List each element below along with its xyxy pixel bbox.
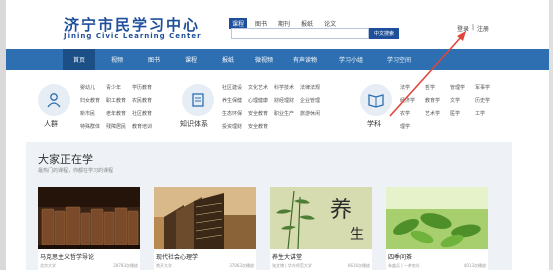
nav-item-audio-books[interactable]: 有声读物 <box>288 49 322 70</box>
main-nav: 首页 视频 图书 课程 报纸 微视频 有声读物 学习小组 学习空间 <box>6 49 549 70</box>
page-edge-right <box>549 0 553 270</box>
category-link[interactable]: 文化艺术 <box>248 84 268 91</box>
course-thumbnail-tea[interactable] <box>386 187 488 249</box>
site-header: 济宁市民学习中心 Jining Civic Learning Center 课程… <box>6 0 549 48</box>
course-meta: 北京大学 28783次播放 <box>40 263 138 269</box>
course-card[interactable]: 养 生 养生大讲堂 张文博 | 华东师范大学 6616次播放 <box>270 187 372 270</box>
category-link[interactable]: 新市民 <box>80 110 100 117</box>
category-link[interactable]: 社区建设 <box>222 84 242 91</box>
nav-item-study-groups[interactable]: 学习小组 <box>334 49 368 70</box>
nav-item-study-space[interactable]: 学习空间 <box>382 49 416 70</box>
category-area: 人群 婴幼儿 青少年 学历教育 妇女教育 职工教育 农民教育 新市民 老年教育 … <box>6 70 549 136</box>
search-button[interactable]: 中文搜索 <box>369 28 399 39</box>
category-link[interactable]: 财经理财 <box>274 97 294 104</box>
category-label-people: 人群 <box>44 120 58 128</box>
category-link[interactable]: 科学技术 <box>274 84 294 91</box>
category-link[interactable]: 投资理财 <box>222 123 242 130</box>
course-view-count: 4013次播放 <box>463 263 486 268</box>
course-meta: 南开大学 37063次播放 <box>156 263 254 269</box>
category-link[interactable]: 安全教育 <box>248 123 268 130</box>
category-link[interactable]: 青少年 <box>106 84 126 91</box>
course-thumbnail-health[interactable]: 养 生 <box>270 187 372 249</box>
category-link[interactable]: 理学 <box>400 123 415 130</box>
course-title[interactable]: 养生大讲堂 <box>272 252 302 261</box>
category-link[interactable]: 特殊群体 <box>80 123 100 130</box>
category-link[interactable]: 企业管理 <box>300 97 320 104</box>
popular-courses-section: 大家正在学 最热门的课程，你都在学习的课程 马克思主义哲学导论 北京大学 287… <box>26 142 512 270</box>
course-meta: 张文博 | 华东师范大学 6616次播放 <box>272 263 370 269</box>
nav-item-home[interactable]: 首页 <box>63 49 95 70</box>
course-title[interactable]: 马克思主义哲学导论 <box>40 252 94 261</box>
user-links: 登录 | 注册 <box>457 24 489 33</box>
category-label-subjects: 学科 <box>367 120 381 128</box>
category-link[interactable]: 旅游休闲 <box>300 110 320 117</box>
category-link[interactable]: 教育学 <box>425 97 440 104</box>
section-title: 大家正在学 <box>38 153 93 166</box>
book-category-icon[interactable] <box>360 84 392 116</box>
knowledge-category-links: 社区建设 文化艺术 科学技术 法律法规 养生保健 心理健康 财经理财 企业管理 … <box>222 84 320 130</box>
course-source: 北京大学 <box>40 263 56 268</box>
category-link[interactable]: 职工教育 <box>106 97 126 104</box>
category-link[interactable]: 学历教育 <box>132 84 152 91</box>
category-link[interactable]: 哲学 <box>425 84 440 91</box>
course-card[interactable]: 四季问茶 朱盛兵 | 一茶农社 4013次播放 <box>386 187 488 270</box>
nav-item-video[interactable]: 视频 <box>104 49 130 70</box>
course-source: 张文博 | 华东师范大学 <box>272 263 312 268</box>
category-link[interactable]: 管理学 <box>450 84 465 91</box>
course-card[interactable]: 马克思主义哲学导论 北京大学 28783次播放 <box>38 187 140 270</box>
category-link[interactable]: 职业生产 <box>274 110 294 117</box>
course-meta: 朱盛兵 | 一茶农社 4013次播放 <box>388 263 486 269</box>
person-category-icon[interactable] <box>38 84 70 116</box>
category-link[interactable]: 婴幼儿 <box>80 84 100 91</box>
course-title[interactable]: 现代社会心理学 <box>156 252 198 261</box>
search-input[interactable] <box>231 28 369 39</box>
category-link[interactable]: 历史学 <box>475 97 490 104</box>
category-link[interactable]: 法学 <box>400 84 415 91</box>
nav-item-newspapers[interactable]: 报纸 <box>215 49 241 70</box>
category-link[interactable]: 养生保健 <box>222 97 242 104</box>
register-link[interactable]: 注册 <box>477 24 489 33</box>
knowledge-category-icon[interactable] <box>182 84 214 116</box>
category-link[interactable]: 老年教育 <box>106 110 126 117</box>
site-logo-subtitle: Jining Civic Learning Center <box>64 32 202 40</box>
nav-item-courses[interactable]: 课程 <box>178 49 204 70</box>
login-link[interactable]: 登录 <box>457 24 469 33</box>
category-link[interactable]: 生态环保 <box>222 110 242 117</box>
category-link[interactable]: 安全教育 <box>248 110 268 117</box>
category-link[interactable]: 妇女教育 <box>80 97 100 104</box>
category-link[interactable]: 工学 <box>475 110 490 117</box>
category-link[interactable]: 文学 <box>450 97 465 104</box>
category-link[interactable]: 军事学 <box>475 84 490 91</box>
course-view-count: 37063次播放 <box>229 263 254 268</box>
nav-item-books[interactable]: 图书 <box>141 49 167 70</box>
calligraphy-char-2: 生 <box>350 227 364 243</box>
course-thumbnail-philosophy[interactable] <box>38 187 140 249</box>
course-source: 南开大学 <box>156 263 172 268</box>
course-view-count: 6616次播放 <box>347 263 370 268</box>
category-link[interactable]: 艺术学 <box>425 110 440 117</box>
category-label-knowledge: 知识体系 <box>180 120 208 128</box>
category-link[interactable]: 农民教育 <box>132 97 152 104</box>
course-source: 朱盛兵 | 一茶农社 <box>388 263 420 268</box>
people-category-links: 婴幼儿 青少年 学历教育 妇女教育 职工教育 农民教育 新市民 老年教育 社区教… <box>80 84 152 130</box>
category-link[interactable]: 医学 <box>450 110 465 117</box>
category-link[interactable]: 农学 <box>400 110 415 117</box>
category-link[interactable]: 社区教育 <box>132 110 152 117</box>
user-link-separator: | <box>472 24 475 31</box>
calligraphy-char-1: 养 <box>330 198 352 223</box>
section-subtitle: 最热门的课程，你都在学习的课程 <box>38 168 114 174</box>
category-link[interactable]: 心理健康 <box>248 97 268 104</box>
course-thumbnail-psychology[interactable] <box>154 187 256 249</box>
course-card[interactable]: 现代社会心理学 南开大学 37063次播放 <box>154 187 256 270</box>
category-link[interactable]: 经济学 <box>400 97 415 104</box>
subject-category-links: 法学 哲学 管理学 军事学 经济学 教育学 文学 历史学 农学 艺术学 医学 工… <box>400 84 490 130</box>
course-title[interactable]: 四季问茶 <box>388 252 412 261</box>
course-view-count: 28783次播放 <box>113 263 138 268</box>
category-link[interactable]: 法律法规 <box>300 84 320 91</box>
nav-item-micro-video[interactable]: 微视频 <box>249 49 279 70</box>
category-link[interactable]: 残障居民 <box>106 123 126 130</box>
category-link[interactable]: 教育培训 <box>132 123 152 130</box>
